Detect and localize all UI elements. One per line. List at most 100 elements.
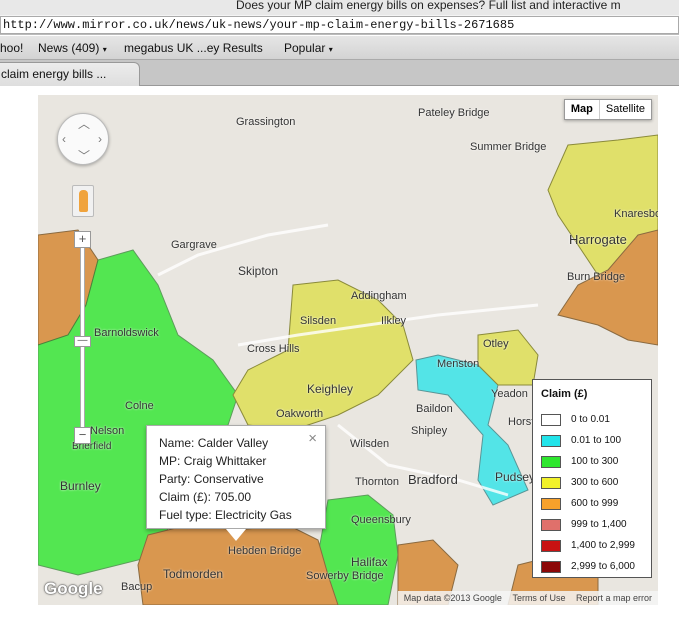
- claim-legend: Claim (£) 0 to 0.01 0.01 to 100 100 to 300…: [532, 379, 652, 578]
- street-view-pegman-icon[interactable]: [72, 185, 94, 217]
- place-label: Thornton: [355, 476, 400, 488]
- place-label: Burn Bridge: [567, 271, 626, 283]
- bookmark-yahoo[interactable]: hoo!: [0, 41, 23, 55]
- legend-label: 2,999 to 6,000: [571, 561, 635, 572]
- legend-swatch: [541, 497, 561, 510]
- info-claim-value: 705.00: [214, 490, 252, 504]
- legend-item: 1,400 to 2,999: [541, 535, 651, 556]
- info-mp-row: MP: Craig Whittaker: [159, 452, 313, 470]
- bookmark-news[interactable]: News (409) ▾: [38, 41, 107, 55]
- bookmark-news-label: News (409): [38, 41, 100, 55]
- place-label: Burnley: [60, 479, 101, 493]
- place-label: Bacup: [121, 581, 153, 593]
- legend-swatch: [541, 476, 561, 489]
- info-window-tail: [226, 529, 246, 541]
- pan-right-icon[interactable]: ›: [98, 133, 102, 145]
- place-label: Halifax: [351, 555, 388, 569]
- pan-control[interactable]: ︿ ﹀ ‹ ›: [57, 113, 109, 165]
- legend-title: Claim (£): [541, 388, 588, 400]
- chevron-down-icon: ▾: [102, 45, 107, 54]
- legend-item: 999 to 1,400: [541, 514, 651, 535]
- tab-strip: claim energy bills ...: [0, 60, 679, 86]
- close-icon[interactable]: ×: [308, 430, 317, 448]
- report-map-error-link[interactable]: Report a map error: [572, 593, 656, 603]
- place-label: Wilsden: [350, 438, 390, 450]
- zoom-slider-handle[interactable]: —: [74, 336, 91, 347]
- url-input[interactable]: http://www.mirror.co.uk/news/uk-news/you…: [0, 16, 679, 34]
- place-label: Colne: [125, 400, 154, 412]
- legend-swatch: [541, 455, 561, 468]
- constituency-map[interactable]: Pateley Bridge Grassington Summer Bridge…: [38, 95, 658, 605]
- place-label: Silsden: [300, 315, 337, 327]
- map-type-map-button[interactable]: Map: [564, 100, 600, 119]
- zoom-in-button[interactable]: +: [74, 231, 91, 248]
- legend-label: 999 to 1,400: [571, 519, 627, 530]
- place-label: Otley: [483, 338, 509, 350]
- page-scrollbar[interactable]: [669, 86, 679, 625]
- info-fuel-value: Electricity Gas: [215, 508, 292, 522]
- info-claim-label: Claim (£):: [159, 490, 212, 504]
- legend-item: 0.01 to 100: [541, 430, 651, 451]
- info-name-label: Name:: [159, 436, 195, 450]
- info-mp-value: Craig Whittaker: [183, 454, 267, 468]
- legend-item: 0 to 0.01: [541, 409, 651, 430]
- info-mp-label: MP:: [159, 454, 181, 468]
- place-label: Shipley: [411, 425, 448, 437]
- legend-swatch: [541, 413, 561, 426]
- legend-label: 600 to 999: [571, 498, 619, 509]
- place-label: Skipton: [238, 264, 279, 278]
- bookmark-popular[interactable]: Popular ▾: [284, 41, 333, 55]
- legend-item: 300 to 600: [541, 472, 651, 493]
- place-label: Harrogate: [569, 232, 627, 247]
- place-label: Sowerby Bridge: [306, 570, 384, 582]
- terms-of-use-link[interactable]: Terms of Use: [508, 593, 569, 603]
- zoom-out-button[interactable]: −: [74, 427, 91, 444]
- place-label: Pateley Bridge: [418, 107, 490, 119]
- legend-label: 0 to 0.01: [571, 414, 610, 425]
- info-party-value: Conservative: [193, 472, 264, 486]
- place-label: Keighley: [307, 382, 354, 396]
- place-label: Barnoldswick: [94, 327, 159, 339]
- chevron-down-icon: ▾: [328, 45, 333, 54]
- bookmark-popular-label: Popular: [284, 41, 326, 55]
- bookmarks-bar: hoo! News (409) ▾ megabus UK ...ey Resul…: [0, 36, 679, 60]
- map-data-text: Map data ©2013 Google: [403, 593, 502, 603]
- tab-active[interactable]: claim energy bills ...: [0, 62, 140, 86]
- legend-label: 100 to 300: [571, 456, 619, 467]
- place-label: Queensbury: [351, 514, 411, 526]
- info-party-label: Party:: [159, 472, 191, 486]
- place-label: Pudsey: [495, 470, 536, 484]
- bookmark-megabus[interactable]: megabus UK ...ey Results: [124, 41, 263, 55]
- place-label: Knaresbo: [614, 208, 658, 220]
- place-label: Baildon: [416, 403, 453, 415]
- info-party-row: Party: Conservative: [159, 470, 313, 488]
- info-name-row: Name: Calder Valley: [159, 434, 313, 452]
- map-attribution: Map data ©2013 Google Terms of Use Repor…: [397, 591, 658, 605]
- legend-swatch: [541, 518, 561, 531]
- legend-item: 2,999 to 6,000: [541, 556, 651, 577]
- info-claim-row: Claim (£): 705.00: [159, 488, 313, 506]
- pan-down-icon[interactable]: ﹀: [78, 150, 90, 162]
- google-logo[interactable]: Google: [44, 579, 103, 599]
- legend-swatch: [541, 539, 561, 552]
- place-label: Menston: [437, 358, 480, 370]
- place-label: Hebden Bridge: [228, 545, 302, 557]
- map-type-satellite-button[interactable]: Satellite: [599, 100, 651, 119]
- place-label: Oakworth: [276, 408, 324, 420]
- pan-left-icon[interactable]: ‹: [62, 133, 66, 145]
- window-title: Does your MP claim energy bills on expen…: [0, 0, 679, 15]
- place-label: Bradford: [408, 472, 458, 487]
- info-fuel-label: Fuel type:: [159, 508, 212, 522]
- legend-label: 0.01 to 100: [571, 435, 622, 446]
- place-label: Cross Hills: [247, 343, 300, 355]
- place-label: Todmorden: [163, 567, 224, 581]
- legend-item: 100 to 300: [541, 451, 651, 472]
- info-fuel-row: Fuel type: Electricity Gas: [159, 506, 313, 524]
- place-label: Gargrave: [171, 239, 217, 251]
- legend-swatch: [541, 434, 561, 447]
- info-window: × Name: Calder Valley MP: Craig Whittake…: [146, 425, 326, 529]
- pan-up-icon[interactable]: ︿: [78, 118, 90, 130]
- place-label: Nelson: [90, 425, 125, 437]
- place-label: Addingham: [351, 290, 407, 302]
- place-label: Grassington: [236, 116, 296, 128]
